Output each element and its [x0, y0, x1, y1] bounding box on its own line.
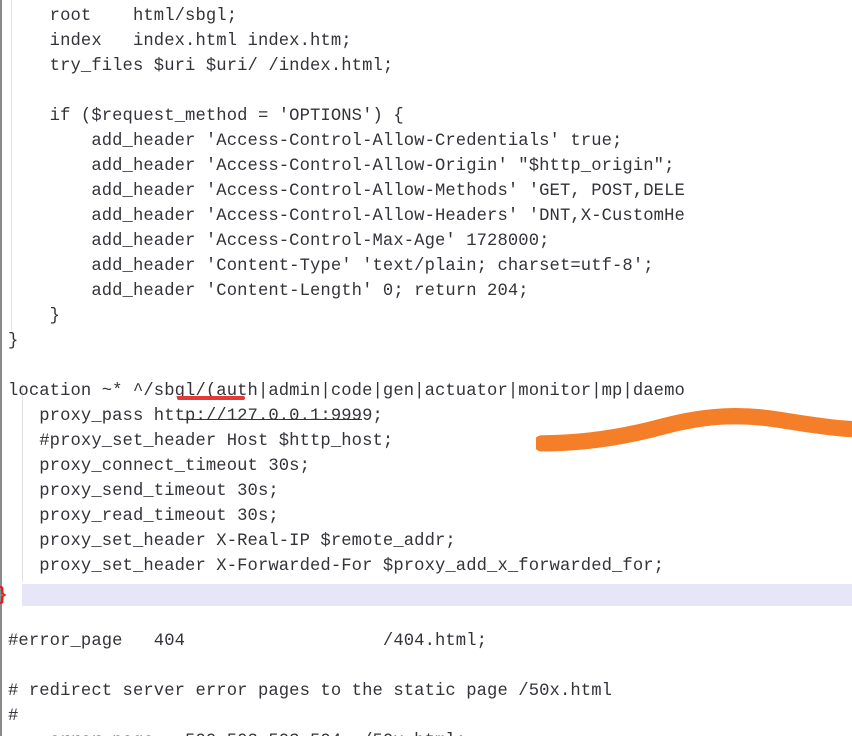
- code-line-text: # redirect server error pages to the sta…: [8, 682, 613, 701]
- code-line-text: error_page 500 502 503 504 /50x.html;: [0, 729, 466, 736]
- code-line-text: add_header 'Access-Control-Allow-Methods…: [8, 182, 685, 201]
- code-line-text: proxy_connect_timeout 30s;: [8, 457, 311, 476]
- code-line-text: }: [8, 332, 19, 351]
- code-line-clipped[interactable]: error_page 500 502 503 504 /50x.html;: [0, 729, 852, 736]
- code-line[interactable]: proxy_pass http://127.0.0.1:9999;: [0, 404, 852, 429]
- code-line-text: location ~* ^/sbgl/(auth|admin|code|gen|…: [8, 382, 685, 401]
- code-line[interactable]: add_header 'Access-Control-Allow-Origin'…: [0, 154, 852, 179]
- code-line-text: #: [8, 707, 19, 726]
- code-line[interactable]: }: [0, 304, 852, 329]
- code-line-text: index index.html index.htm;: [8, 32, 352, 51]
- code-line-text: add_header 'Access-Control-Allow-Origin'…: [8, 157, 675, 176]
- code-line-text: #error_page 404 /404.html;: [8, 632, 488, 651]
- code-line[interactable]: index index.html index.htm;: [0, 29, 852, 54]
- code-line[interactable]: add_header 'Content-Type' 'text/plain; c…: [0, 254, 852, 279]
- code-line-text: proxy_set_header X-Forwarded-For $proxy_…: [8, 557, 665, 576]
- code-line[interactable]: root html/sbgl;: [0, 4, 852, 29]
- code-text-layer[interactable]: root html/sbgl; index index.html index.h…: [0, 0, 852, 736]
- code-line-text: add_header 'Content-Length' 0; return 20…: [8, 282, 529, 301]
- code-line-text: proxy_read_timeout 30s;: [8, 507, 279, 526]
- code-line[interactable]: add_header 'Access-Control-Allow-Credent…: [0, 129, 852, 154]
- code-line[interactable]: proxy_set_header X-Real-IP $remote_addr;: [0, 529, 852, 554]
- code-line[interactable]: proxy_read_timeout 30s;: [0, 504, 852, 529]
- proxy-pass-url-underline: [179, 419, 362, 420]
- code-line[interactable]: #error_page 404 /404.html;: [0, 629, 852, 654]
- code-line-text: root html/sbgl;: [8, 7, 238, 26]
- code-line[interactable]: add_header 'Content-Length' 0; return 20…: [0, 279, 852, 304]
- code-line[interactable]: add_header 'Access-Control-Allow-Methods…: [0, 179, 852, 204]
- code-line[interactable]: proxy_connect_timeout 30s;: [0, 454, 852, 479]
- code-line-text: add_header 'Access-Control-Max-Age' 1728…: [8, 232, 550, 251]
- code-line[interactable]: add_header 'Access-Control-Allow-Headers…: [0, 204, 852, 229]
- code-line-text: proxy_send_timeout 30s;: [8, 482, 279, 501]
- code-line-text: if ($request_method = 'OPTIONS') {: [8, 107, 404, 126]
- code-line-text: #proxy_set_header Host $http_host;: [8, 432, 394, 451]
- code-line-text: try_files $uri $uri/ /index.html;: [8, 57, 394, 76]
- code-line[interactable]: location ~* ^/sbgl/(auth|admin|code|gen|…: [0, 379, 852, 404]
- code-line[interactable]: add_header 'Access-Control-Max-Age' 1728…: [0, 229, 852, 254]
- code-line[interactable]: proxy_set_header X-Forwarded-For $proxy_…: [0, 554, 852, 579]
- code-line[interactable]: try_files $uri $uri/ /index.html;: [0, 54, 852, 79]
- code-viewer: } root html/sbgl; index index.html index…: [0, 0, 852, 736]
- code-line[interactable]: #: [0, 704, 852, 729]
- code-line[interactable]: if ($request_method = 'OPTIONS') {: [0, 104, 852, 129]
- code-line[interactable]: proxy_send_timeout 30s;: [0, 479, 852, 504]
- code-line-text: }: [8, 307, 61, 326]
- code-line[interactable]: [0, 354, 852, 379]
- code-line[interactable]: # redirect server error pages to the sta…: [0, 679, 852, 704]
- red-underline-annotation: [177, 396, 245, 400]
- code-line-text: add_header 'Access-Control-Allow-Credent…: [8, 132, 623, 151]
- code-line[interactable]: [0, 79, 852, 104]
- code-line[interactable]: }: [0, 329, 852, 354]
- code-line-text: proxy_pass http://127.0.0.1:9999;: [8, 407, 383, 426]
- code-line-text: proxy_set_header X-Real-IP $remote_addr;: [8, 532, 456, 551]
- code-line-text: add_header 'Content-Type' 'text/plain; c…: [8, 257, 654, 276]
- code-line-text: add_header 'Access-Control-Allow-Headers…: [8, 207, 685, 226]
- code-line[interactable]: #proxy_set_header Host $http_host;: [0, 429, 852, 454]
